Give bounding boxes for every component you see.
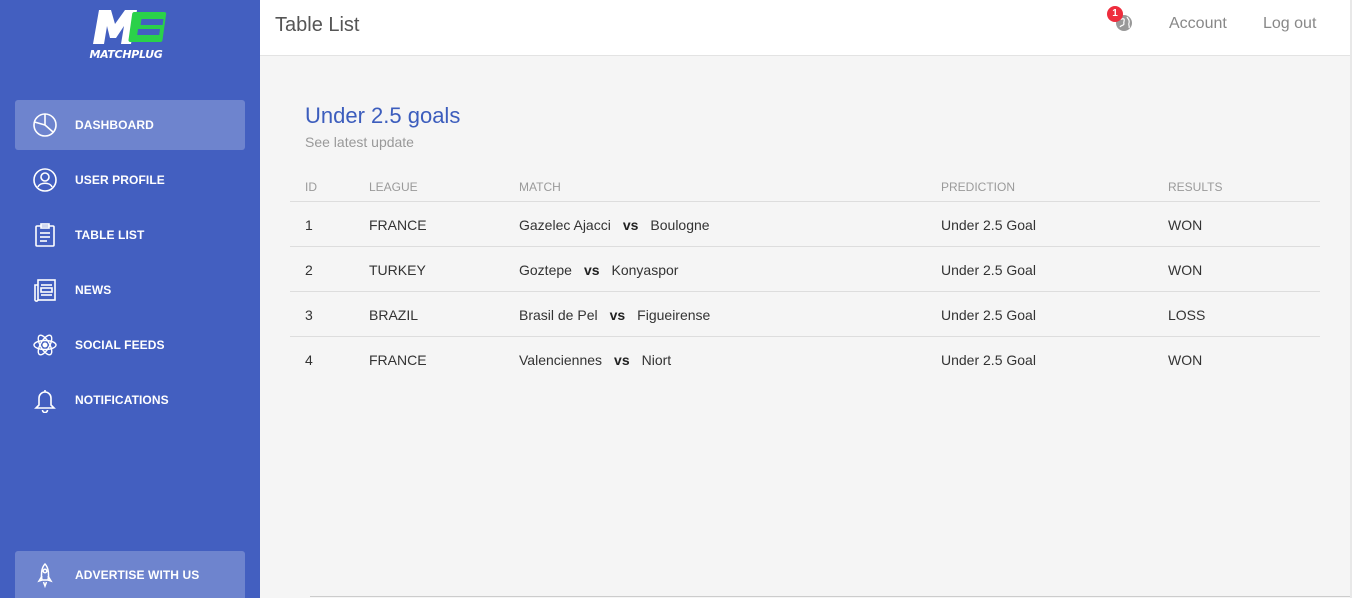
away-team: Niort [641, 352, 672, 368]
card-subtitle: See latest update [305, 134, 414, 150]
vs-label: vs [583, 262, 600, 278]
home-team: Brasil de Pel [519, 307, 598, 323]
cell-prediction: Under 2.5 Goal [941, 352, 1036, 368]
cell-result: WON [1168, 352, 1203, 368]
sidebar-item-label: TABLE LIST [75, 228, 145, 242]
sidebar-item-label: NOTIFICATIONS [75, 393, 169, 407]
home-team: Goztepe [519, 262, 572, 278]
cell-prediction: Under 2.5 Goal [941, 307, 1036, 323]
sidebar-item-label: DASHBOARD [75, 118, 154, 132]
advertise-label: ADVERTISE WITH US [75, 567, 200, 582]
top-navbar: Table List 1 Account Log out [260, 0, 1352, 56]
sidebar-item-table-list[interactable]: TABLE LIST [15, 210, 245, 260]
footer-divider [310, 596, 1352, 597]
vs-label: vs [614, 352, 630, 368]
notifications-button[interactable]: 1 [1107, 6, 1135, 34]
sidebar-item-label: NEWS [75, 283, 112, 297]
cell-match: Gazelec Ajacci vs Boulogne [519, 217, 710, 233]
sidebar: MATCHPLUG DASHBOARD USER PROFILE TABLE L… [0, 0, 260, 598]
cell-league: FRANCE [369, 217, 427, 233]
cell-id: 4 [305, 352, 313, 368]
sidebar-item-news[interactable]: NEWS [15, 265, 245, 315]
user-icon [31, 166, 59, 194]
cell-league: FRANCE [369, 352, 427, 368]
cell-league: TURKEY [369, 262, 426, 278]
home-team: Valenciennes [519, 352, 603, 368]
predictions-table: ID LEAGUE MATCH PREDICTION RESULTS 1 FRA… [290, 178, 1320, 382]
table-row: 4 FRANCE Valenciennes vs Niort Under 2.5 G… [290, 337, 1320, 382]
column-header-prediction: PREDICTION [941, 180, 1016, 194]
bell-icon [31, 386, 59, 414]
clipboard-icon [31, 221, 59, 249]
notification-badge: 1 [1107, 6, 1123, 22]
column-header-id: ID [305, 180, 317, 194]
sidebar-item-user-profile[interactable]: USER PROFILE [15, 155, 245, 205]
column-header-match: MATCH [519, 180, 561, 194]
cell-league: BRAZIL [369, 307, 419, 323]
logo-text: MATCHPLUG [89, 48, 163, 61]
table-header: ID LEAGUE MATCH PREDICTION RESULTS [290, 178, 1320, 202]
cell-result: LOSS [1168, 307, 1206, 323]
newspaper-icon [31, 276, 59, 304]
cell-id: 3 [305, 307, 313, 323]
atom-icon [31, 331, 59, 359]
sidebar-nav: DASHBOARD USER PROFILE TABLE LIST NEWS S… [15, 100, 245, 430]
table-row: 2 TURKEY Goztepe vs Konyaspor Under 2.5 Go… [290, 247, 1320, 292]
page-title: Table List [275, 14, 360, 36]
cell-match: Brasil de Pel vs Figueirense [519, 307, 710, 323]
logout-link[interactable]: Log out [1263, 15, 1316, 33]
home-team: Gazelec Ajacci [519, 217, 611, 233]
vs-label: vs [622, 217, 639, 233]
card-title: Under 2.5 goals [305, 103, 461, 128]
cell-id: 1 [305, 217, 313, 233]
sidebar-item-dashboard[interactable]: DASHBOARD [15, 100, 245, 150]
column-header-results: RESULTS [1168, 180, 1223, 194]
account-link[interactable]: Account [1169, 15, 1227, 33]
table-row: 1 FRANCE Gazelec Ajacci vs Boulogne Under … [290, 202, 1320, 247]
cell-result: WON [1168, 262, 1203, 278]
vs-label: vs [609, 307, 626, 323]
cell-prediction: Under 2.5 Goal [941, 217, 1036, 233]
away-team: Boulogne [650, 217, 710, 233]
matchplug-logo[interactable]: MATCHPLUG [85, 8, 177, 64]
rocket-icon [31, 561, 59, 589]
pie-chart-icon [31, 111, 59, 139]
cell-id: 2 [305, 262, 313, 278]
sidebar-item-label: SOCIAL FEEDS [75, 338, 165, 352]
sidebar-item-social-feeds[interactable]: SOCIAL FEEDS [15, 320, 245, 370]
cell-prediction: Under 2.5 Goal [941, 262, 1036, 278]
cell-result: WON [1168, 217, 1203, 233]
advertise-with-us-button[interactable]: ADVERTISE WITH US [15, 551, 245, 598]
table-row: 3 BRAZIL Brasil de Pel vs Figueirense Unde… [290, 292, 1320, 337]
cell-match: Goztepe vs Konyaspor [519, 262, 678, 278]
away-team: Konyaspor [611, 262, 679, 278]
sidebar-item-notifications[interactable]: NOTIFICATIONS [15, 375, 245, 425]
cell-match: Valenciennes vs Niort [519, 352, 671, 368]
sidebar-item-label: USER PROFILE [75, 173, 165, 187]
away-team: Figueirense [637, 307, 711, 323]
column-header-league: LEAGUE [369, 180, 418, 194]
